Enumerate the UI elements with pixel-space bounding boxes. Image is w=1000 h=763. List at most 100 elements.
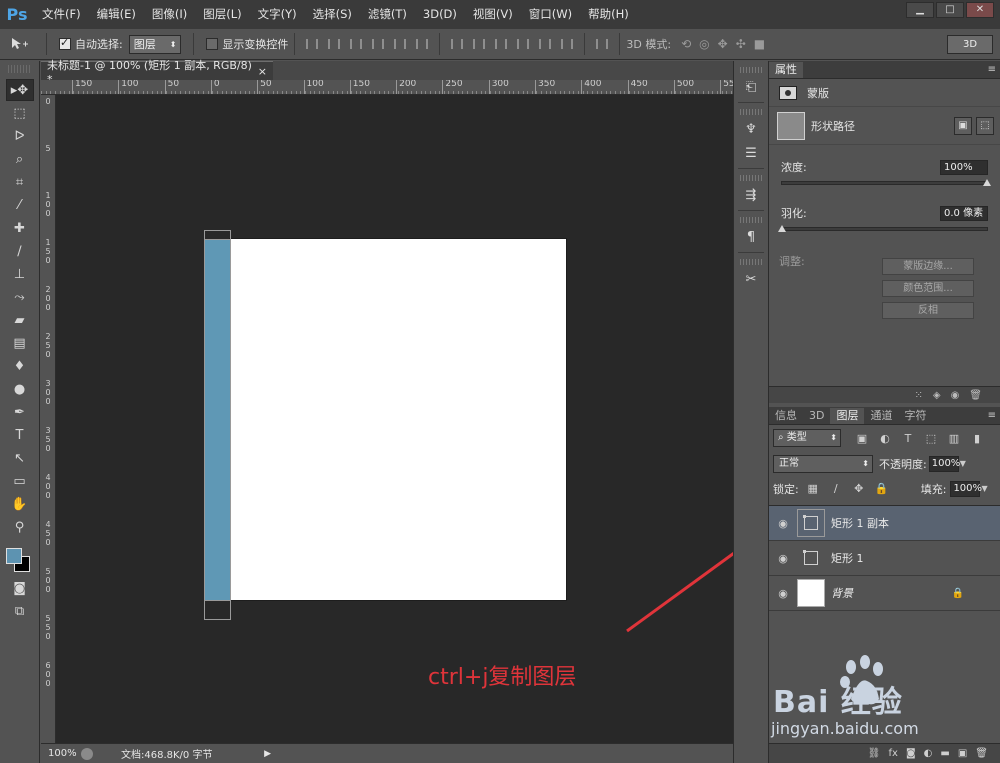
distribute-vcenter-icon[interactable]	[469, 34, 489, 54]
fill-dropdown-icon[interactable]: ▼	[981, 484, 987, 493]
layer-name[interactable]: 背景	[831, 585, 853, 601]
panel-grip[interactable]	[740, 109, 762, 115]
distribute-bottom-icon[interactable]	[491, 34, 511, 54]
lock-pixels-icon[interactable]: ∕	[827, 481, 845, 497]
history-brush-tool-icon[interactable]: ⤳	[6, 286, 34, 308]
add-mask-icon[interactable]: ◙	[906, 748, 916, 759]
character-panel-icon[interactable]: ⇶	[734, 183, 768, 207]
gradient-tool-icon[interactable]: ▤	[6, 332, 34, 354]
auto-select-target-dropdown[interactable]: 图层 ⬍	[128, 34, 182, 54]
tab-info[interactable]: 信息	[769, 408, 803, 424]
menu-layer[interactable]: 图层(L)	[195, 0, 249, 29]
transform-bounding-box[interactable]	[204, 230, 231, 620]
menu-window[interactable]: 窗口(W)	[521, 0, 580, 29]
panel-menu-icon[interactable]: ≡	[988, 408, 996, 424]
auto-select-checkbox[interactable]	[59, 36, 71, 50]
3d-pan-icon[interactable]: ✥	[718, 37, 728, 51]
layer-row[interactable]: ◉ 矩形 1	[769, 541, 1000, 576]
apply-mask-icon[interactable]: ◈	[933, 390, 941, 401]
menu-3d[interactable]: 3D(D)	[415, 0, 465, 29]
filter-smart-object-icon[interactable]: ▥	[945, 430, 963, 446]
path-select-tool-icon[interactable]: ↖	[6, 447, 34, 469]
invert-button[interactable]: 反相	[882, 302, 974, 319]
filter-type-icon[interactable]: T	[899, 430, 917, 446]
panel-grip[interactable]	[740, 259, 762, 265]
lock-all-icon[interactable]: 🔒	[873, 481, 891, 497]
close-button[interactable]: ✕	[966, 2, 994, 18]
density-slider-knob[interactable]	[983, 179, 991, 186]
align-vcenter-icon[interactable]	[324, 34, 344, 54]
density-slider[interactable]	[781, 179, 991, 186]
quick-mask-icon[interactable]: ◙	[6, 577, 34, 599]
hand-tool-icon[interactable]: ✋	[6, 493, 34, 515]
3d-roll-icon[interactable]: ◎	[699, 37, 709, 51]
3d-workspace-button[interactable]: 3D	[947, 34, 993, 54]
load-selection-icon[interactable]: ⁙	[914, 390, 922, 401]
eye-icon[interactable]: ◉	[769, 587, 797, 600]
density-input[interactable]: 100%	[940, 159, 988, 175]
document-tab[interactable]: 未标题-1 @ 100% (矩形 1 副本, RGB/8) * ×	[41, 59, 273, 86]
zoom-tool-icon[interactable]: ⚲	[6, 516, 34, 538]
crop-tool-icon[interactable]: ⌗	[6, 171, 34, 193]
status-menu-icon[interactable]	[81, 747, 93, 760]
dodge-tool-icon[interactable]: ●	[6, 378, 34, 400]
3d-orbit-icon[interactable]: ⟲	[681, 37, 691, 51]
menu-help[interactable]: 帮助(H)	[580, 0, 637, 29]
adjustments-panel-icon[interactable]: ☰	[734, 141, 768, 165]
menu-filter[interactable]: 滤镜(T)	[360, 0, 415, 29]
tab-3d[interactable]: 3D	[803, 408, 830, 424]
panel-grip[interactable]	[740, 217, 762, 223]
menu-edit[interactable]: 编辑(E)	[89, 0, 144, 29]
color-range-button[interactable]: 颜色范围...	[882, 280, 974, 297]
delete-layer-icon[interactable]: 🗑	[975, 748, 988, 759]
align-right-icon[interactable]	[412, 34, 432, 54]
paragraph-panel-icon[interactable]: ¶	[734, 225, 768, 249]
tab-character[interactable]: 字符	[898, 408, 932, 424]
new-adjustment-icon[interactable]: ◐	[924, 748, 933, 759]
minimize-button[interactable]: ▁	[906, 2, 934, 18]
fill-input[interactable]: 100%	[950, 480, 982, 497]
layer-row[interactable]: ◉ 矩形 1 副本	[769, 506, 1000, 541]
layer-style-icon[interactable]: fx	[889, 748, 898, 759]
eraser-tool-icon[interactable]: ▰	[6, 309, 34, 331]
tab-channels[interactable]: 通道	[864, 408, 898, 424]
align-bottom-icon[interactable]	[346, 34, 366, 54]
link-layers-icon[interactable]: ⛓	[868, 748, 881, 759]
close-tab-icon[interactable]: ×	[258, 65, 267, 78]
layer-name[interactable]: 矩形 1 副本	[831, 515, 889, 531]
menu-type[interactable]: 文字(Y)	[250, 0, 305, 29]
document-canvas[interactable]	[230, 239, 566, 600]
panel-menu-icon[interactable]: ≡	[988, 62, 996, 78]
brush-panel-icon[interactable]: ♆	[734, 117, 768, 141]
filter-pixel-icon[interactable]: ▣	[853, 430, 871, 446]
toggle-mask-icon[interactable]: ◉	[951, 390, 960, 401]
quick-select-tool-icon[interactable]: ⌕	[6, 148, 34, 170]
brush-tool-icon[interactable]: ∕	[6, 240, 34, 262]
distribute-hcenter-icon[interactable]	[535, 34, 555, 54]
distribute-left-icon[interactable]	[513, 34, 533, 54]
layer-filter-dropdown[interactable]: ⌕ 类型 ⬍	[773, 429, 841, 447]
menu-file[interactable]: 文件(F)	[34, 0, 89, 29]
align-left-icon[interactable]	[368, 34, 388, 54]
distribute-top-icon[interactable]	[447, 34, 467, 54]
clone-stamp-tool-icon[interactable]: ⊥	[6, 263, 34, 285]
pen-tool-icon[interactable]: ✒	[6, 401, 34, 423]
opacity-dropdown-icon[interactable]: ▼	[960, 459, 966, 468]
history-panel-icon[interactable]: ⎗	[734, 75, 768, 99]
show-transform-checkbox[interactable]	[206, 38, 219, 50]
panel-grip[interactable]	[740, 67, 762, 73]
align-top-icon[interactable]	[302, 34, 322, 54]
delete-mask-icon[interactable]: 🗑	[969, 390, 982, 401]
auto-align-icon[interactable]	[592, 34, 612, 54]
zoom-level[interactable]: 100%	[41, 748, 81, 759]
menu-view[interactable]: 视图(V)	[465, 0, 521, 29]
restore-button[interactable]: □	[936, 2, 964, 18]
tab-properties[interactable]: 属性	[769, 62, 803, 78]
foreground-color-swatch[interactable]	[5, 548, 22, 564]
toolbar-grip[interactable]	[8, 65, 31, 73]
lasso-tool-icon[interactable]: ᐅ	[6, 125, 34, 147]
blend-mode-dropdown[interactable]: 正常 ⬍	[773, 454, 873, 473]
panel-grip[interactable]	[740, 175, 762, 181]
healing-brush-tool-icon[interactable]: ✚	[6, 217, 34, 239]
add-pixel-mask-icon[interactable]: ▣	[954, 116, 972, 135]
